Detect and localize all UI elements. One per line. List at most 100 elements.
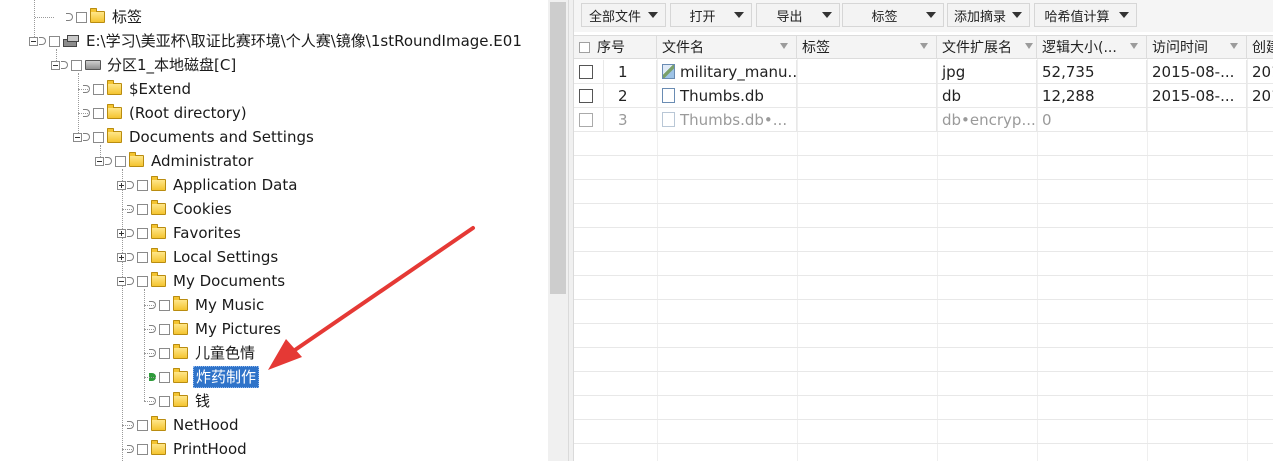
node-checkbox[interactable] [159,395,170,407]
tree-node-label: 儿童色情 [195,344,256,362]
folder-icon [90,8,105,23]
node-checkbox[interactable] [159,347,170,359]
hash-calc-button[interactable]: 哈希值计算 [1034,3,1137,27]
tree-node-application-data[interactable]: Application Data [117,173,299,197]
tree-node-extend[interactable]: $Extend [73,77,193,101]
tree-node-selected-folder[interactable]: 炸药制作 [139,365,260,389]
toolbar: 全部文件 打开 导出 标签 添加摘录 哈希值计算 [574,0,1273,32]
all-files-dropdown[interactable]: 全部文件 [581,3,666,27]
chevron-down-icon [1119,12,1129,18]
node-checkbox[interactable] [137,179,148,191]
row-checkbox[interactable] [579,112,593,127]
tag-button[interactable]: 标签 [842,3,944,27]
status-indicator [127,181,134,189]
tree-node-tags[interactable]: 标签 [35,5,144,29]
row-checkbox-cell[interactable] [574,60,604,83]
node-checkbox[interactable] [137,227,148,239]
table-row[interactable]: 1 military_manu... jpg 52,735 2015-08-..… [574,60,1273,84]
row-index: 2 [604,84,657,107]
tree-node-my-documents[interactable]: My Documents [117,269,287,293]
column-header-logical-size[interactable]: 逻辑大小(... [1037,36,1147,58]
tree-node-my-music[interactable]: My Music [139,293,266,317]
row-checkbox-cell[interactable] [574,84,604,107]
tree-node-label: My Music [195,296,265,314]
tree-node-root-directory[interactable]: (Root directory) [73,101,249,125]
evidence-tree-panel[interactable]: 标签 E:\学习\美亚杯\取证比赛环境\个人赛\镜像\1stRoundImage… [0,0,548,461]
grid-header: 序号 文件名 标签 文件扩展名 逻辑大小(... 访问时间 创 [574,35,1273,59]
export-button[interactable]: 导出 [756,3,840,27]
empty-row [574,372,1273,396]
tree-node-label-selected: 炸药制作 [193,366,260,388]
node-checkbox[interactable] [71,59,82,71]
filter-icon[interactable] [1230,43,1238,49]
node-checkbox[interactable] [49,35,60,47]
expand-toggle[interactable] [117,252,126,262]
collapse-toggle[interactable] [51,60,60,70]
collapse-toggle[interactable] [29,36,38,46]
collapse-toggle[interactable] [73,132,82,142]
row-filename[interactable]: military_manu... [657,60,797,83]
tree-node-my-pictures[interactable]: My Pictures [139,317,283,341]
column-header-extension[interactable]: 文件扩展名 [937,36,1037,58]
column-header-access-time[interactable]: 访问时间 [1147,36,1247,58]
column-header-filename[interactable]: 文件名 [657,36,797,58]
chevron-down-icon [822,12,832,18]
tree-node-local-settings[interactable]: Local Settings [117,245,280,269]
node-checkbox[interactable] [137,251,148,263]
collapse-toggle[interactable] [117,276,126,286]
folder-icon [151,200,166,215]
collapse-toggle[interactable] [95,156,104,166]
node-checkbox[interactable] [137,275,148,287]
node-checkbox[interactable] [159,371,170,383]
tree-scrollbar[interactable] [548,0,568,461]
status-indicator [83,133,90,141]
tree-node-folder-money[interactable]: 钱 [139,389,212,413]
tree-node-favorites[interactable]: Favorites [117,221,243,245]
filter-icon[interactable] [1130,43,1138,49]
node-checkbox[interactable] [93,83,104,95]
tree-node-image-file[interactable]: E:\学习\美亚杯\取证比赛环境\个人赛\镜像\1stRoundImage.E0… [29,29,524,53]
column-header-tag[interactable]: 标签 [797,36,937,58]
status-indicator [61,61,68,69]
file-grid: 序号 文件名 标签 文件扩展名 逻辑大小(... 访问时间 创 1 milita… [574,35,1273,461]
node-checkbox[interactable] [137,419,148,431]
tree-node-label: $Extend [129,80,192,98]
filter-icon[interactable] [1025,43,1033,49]
tree-node-administrator[interactable]: Administrator [95,149,255,173]
tree-node-documents-and-settings[interactable]: Documents and Settings [73,125,316,149]
expand-toggle[interactable] [117,228,126,238]
filter-icon[interactable] [780,43,788,49]
node-checkbox[interactable] [159,299,170,311]
row-filename[interactable]: Thumbs.db [657,84,797,107]
row-checkbox[interactable] [579,88,593,103]
expand-toggle[interactable] [117,180,126,190]
column-header-index[interactable]: 序号 [574,36,657,58]
node-checkbox[interactable] [159,323,170,335]
folder-icon [107,104,122,119]
table-row[interactable]: 2 Thumbs.db db 12,288 2015-08-... 201 [574,84,1273,108]
tree-node-cookies[interactable]: Cookies [117,197,234,221]
node-checkbox[interactable] [93,131,104,143]
tree-node-folder-a[interactable]: 儿童色情 [139,341,257,365]
tree-node-printhood[interactable]: PrintHood [117,437,249,461]
table-row[interactable]: 3 Thumbs.db•... db•encryp... 0 [574,108,1273,132]
row-size: 52,735 [1037,60,1147,83]
row-checkbox-cell[interactable] [574,108,604,131]
node-checkbox[interactable] [137,203,148,215]
tree-node-nethood[interactable]: NetHood [117,413,241,437]
tree-node-label: 分区1_本地磁盘[C] [107,56,237,74]
filter-icon[interactable] [920,43,928,49]
open-button[interactable]: 打开 [670,3,752,27]
tree-scrollbar-thumb[interactable] [550,2,566,294]
node-checkbox[interactable] [137,443,148,455]
column-header-created[interactable]: 创建 [1247,36,1273,58]
node-checkbox[interactable] [115,155,126,167]
node-checkbox[interactable] [76,11,87,23]
folder-icon [151,176,166,191]
row-checkbox[interactable] [579,64,593,79]
node-checkbox[interactable] [93,107,104,119]
add-summary-button[interactable]: 添加摘录 [947,3,1030,27]
tree-node-partition-c[interactable]: 分区1_本地磁盘[C] [51,53,238,77]
row-filename[interactable]: Thumbs.db•... [657,108,797,131]
select-all-checkbox[interactable] [579,41,590,53]
